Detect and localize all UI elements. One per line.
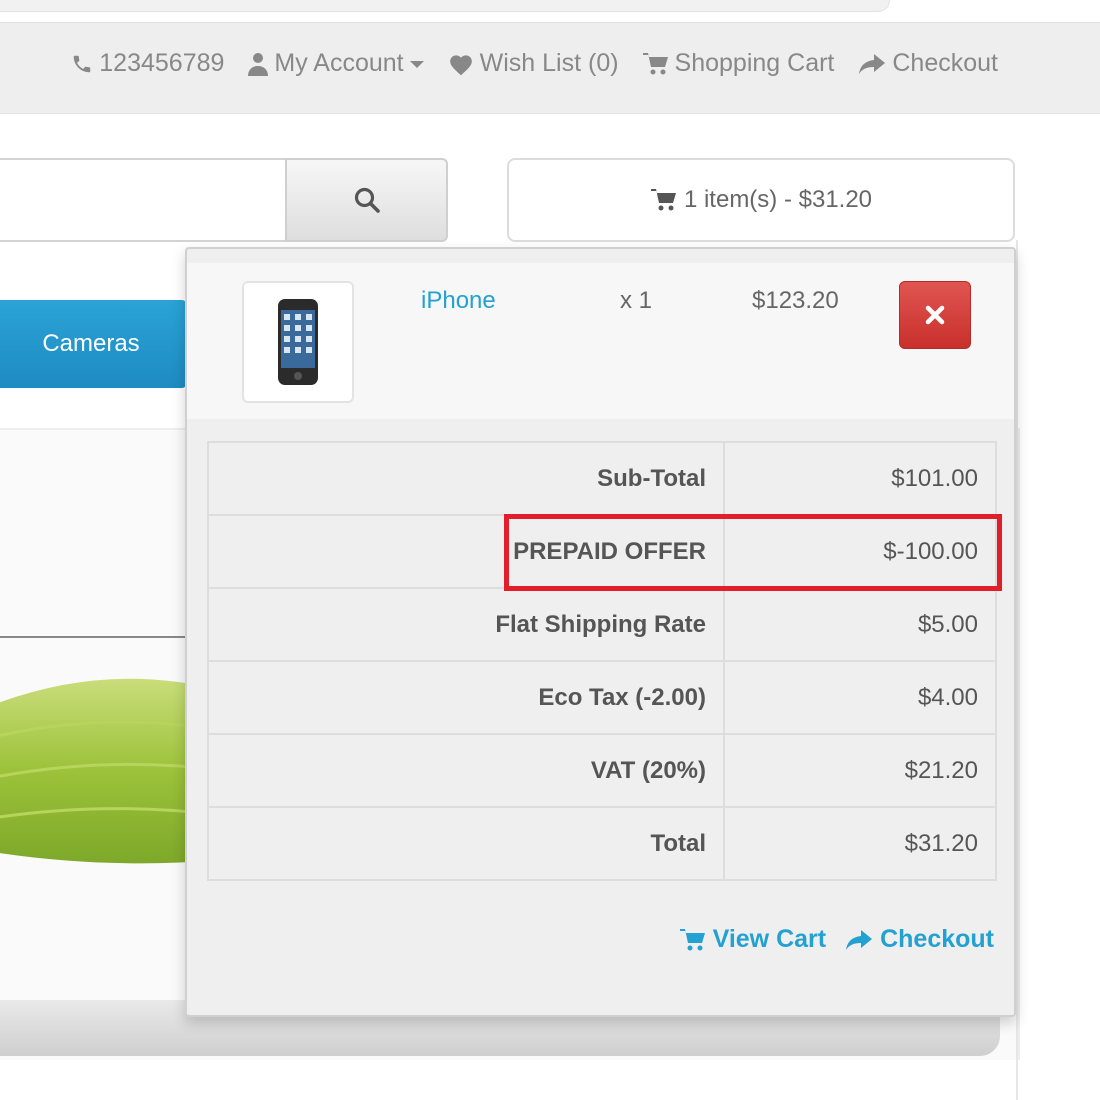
cart-icon bbox=[642, 52, 668, 74]
cart-item-qty: x 1 bbox=[620, 287, 653, 314]
iphone-image bbox=[278, 299, 318, 385]
totals-row: Eco Tax (-2.00) $4.00 bbox=[207, 660, 997, 735]
totals-row: VAT (20%) $21.20 bbox=[207, 733, 997, 808]
cart-dropdown: iPhone x 1 $123.20 Sub-Total $101.00 PRE… bbox=[185, 247, 1016, 1017]
phone-number: 123456789 bbox=[99, 49, 225, 77]
my-account-label: My Account bbox=[274, 49, 404, 77]
remove-icon bbox=[925, 305, 945, 325]
cart-item-name[interactable]: iPhone bbox=[421, 287, 496, 315]
totals-label: Flat Shipping Rate bbox=[207, 587, 725, 662]
caret-down-icon bbox=[409, 60, 424, 68]
remove-item-button[interactable] bbox=[899, 281, 971, 349]
share-icon bbox=[859, 53, 886, 74]
dropdown-checkout-label: Checkout bbox=[880, 925, 994, 953]
cart-dropdown-footer: View Cart Checkout bbox=[679, 925, 994, 954]
cart-icon bbox=[679, 928, 705, 950]
share-icon bbox=[846, 929, 873, 950]
cart-totals-table: Sub-Total $101.00 PREPAID OFFER $-100.00… bbox=[207, 441, 997, 881]
checkout-link[interactable]: Checkout bbox=[858, 49, 998, 78]
totals-label: Sub-Total bbox=[207, 441, 725, 516]
top-strip-bar bbox=[0, 0, 890, 12]
top-nav-links: 123456789 My Account Wish List (0) Shopp… bbox=[71, 49, 998, 78]
totals-value: $21.20 bbox=[723, 733, 997, 808]
page-right-edge bbox=[1016, 240, 1018, 1100]
cart-total-button[interactable]: 1 item(s) - $31.20 bbox=[507, 158, 1015, 242]
view-cart-link[interactable]: View Cart bbox=[679, 925, 826, 954]
banner-divider bbox=[0, 636, 200, 638]
top-strip bbox=[0, 0, 1100, 22]
top-nav: 123456789 My Account Wish List (0) Shopp… bbox=[0, 22, 1100, 114]
totals-row: Sub-Total $101.00 bbox=[207, 441, 997, 516]
totals-label: VAT (20%) bbox=[207, 733, 725, 808]
totals-label: Eco Tax (-2.00) bbox=[207, 660, 725, 735]
totals-label: Total bbox=[207, 806, 725, 881]
totals-row: Total $31.20 bbox=[207, 806, 997, 881]
totals-value: $101.00 bbox=[723, 441, 997, 516]
product-thumbnail[interactable] bbox=[242, 281, 354, 403]
search-button[interactable] bbox=[285, 158, 448, 242]
totals-value: $4.00 bbox=[723, 660, 997, 735]
prepaid-offer-highlight bbox=[504, 514, 1002, 591]
shopping-cart-label: Shopping Cart bbox=[674, 49, 835, 77]
totals-row: Flat Shipping Rate $5.00 bbox=[207, 587, 997, 662]
my-account-link[interactable]: My Account bbox=[248, 49, 424, 78]
cart-total-label: 1 item(s) - $31.20 bbox=[683, 186, 873, 213]
totals-value: $31.20 bbox=[723, 806, 997, 881]
search-input[interactable] bbox=[0, 158, 286, 242]
menu-item-cameras-label: Cameras bbox=[42, 330, 140, 357]
cart-item-row: iPhone x 1 $123.20 bbox=[187, 263, 1014, 419]
user-icon bbox=[248, 52, 269, 76]
cart-icon bbox=[650, 189, 676, 211]
dropdown-checkout-link[interactable]: Checkout bbox=[844, 925, 994, 954]
menu-item-cameras[interactable]: Cameras bbox=[0, 300, 186, 388]
checkout-label: Checkout bbox=[892, 49, 998, 77]
view-cart-label: View Cart bbox=[712, 925, 827, 953]
search-icon bbox=[354, 187, 380, 213]
phone-link[interactable]: 123456789 bbox=[71, 49, 224, 78]
cart-item-price: $123.20 bbox=[752, 287, 839, 314]
shopping-cart-link[interactable]: Shopping Cart bbox=[642, 49, 835, 78]
phone-icon bbox=[74, 55, 91, 72]
wish-list-label: Wish List (0) bbox=[479, 49, 619, 77]
wish-list-link[interactable]: Wish List (0) bbox=[448, 49, 619, 78]
heart-icon bbox=[449, 54, 472, 75]
totals-value: $5.00 bbox=[723, 587, 997, 662]
